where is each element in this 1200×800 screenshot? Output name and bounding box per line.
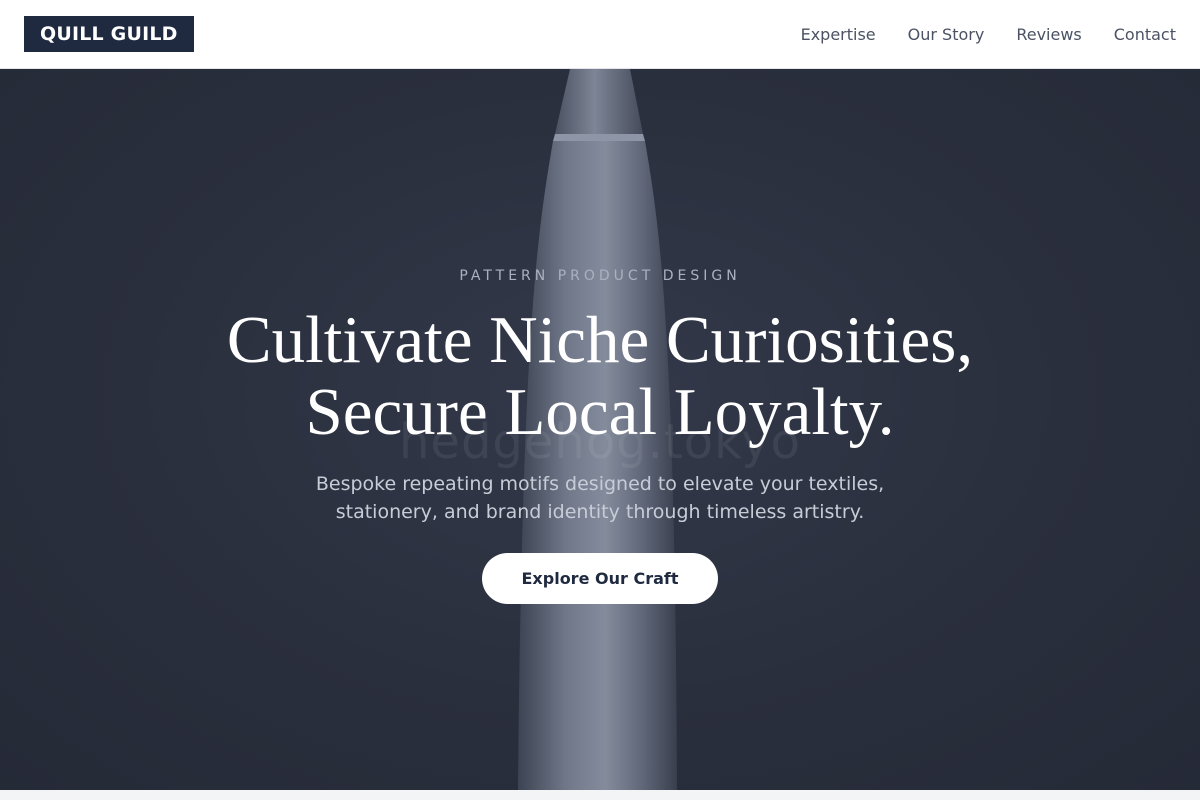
nav-link-our-story[interactable]: Our Story (908, 25, 985, 44)
headline-line-2: Secure Local Loyalty. (305, 375, 895, 449)
main-nav: Expertise Our Story Reviews Contact (801, 0, 1176, 68)
site-header: QUILL GUILD Expertise Our Story Reviews … (0, 0, 1200, 69)
brand-logo[interactable]: QUILL GUILD (24, 16, 194, 52)
explore-craft-button[interactable]: Explore Our Craft (482, 553, 718, 604)
hero-section: hedgehog.tokyo PATTERN PRODUCT DESIGN Cu… (0, 69, 1200, 790)
headline-line-1: Cultivate Niche Curiosities, (226, 303, 974, 377)
nav-link-contact[interactable]: Contact (1114, 25, 1176, 44)
subtext-line-2: stationery, and brand identity through t… (335, 501, 865, 523)
nav-link-expertise[interactable]: Expertise (801, 25, 876, 44)
subtext-line-1: Bespoke repeating motifs designed to ele… (315, 473, 885, 495)
hero-subtext: Bespoke repeating motifs designed to ele… (280, 470, 920, 526)
section-divider (0, 790, 1200, 800)
nav-link-reviews[interactable]: Reviews (1016, 25, 1081, 44)
hero-eyebrow: PATTERN PRODUCT DESIGN (459, 268, 741, 284)
hero-headline: Cultivate Niche Curiosities, Secure Loca… (100, 304, 1100, 448)
